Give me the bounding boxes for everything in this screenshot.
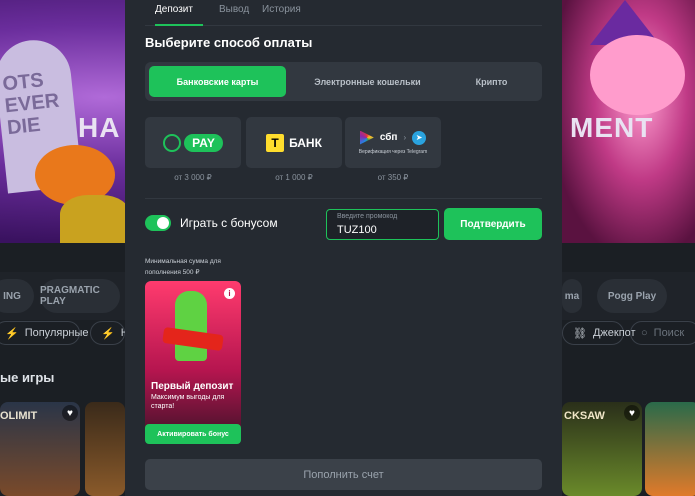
payment-type-switch: Банковские карты Электронные кошельки Кр… xyxy=(145,62,542,101)
coins-art xyxy=(60,195,130,243)
sbp-logo-icon xyxy=(359,130,374,145)
tbank-logo-text: БАНК xyxy=(289,135,322,150)
bonus-toggle[interactable] xyxy=(145,215,171,231)
payment-method-heading: Выберите способ оплаты xyxy=(145,35,313,50)
tab-history[interactable]: История xyxy=(262,4,301,26)
provider-item[interactable]: Pogg Play xyxy=(597,279,667,313)
category-new[interactable]: ⚡ Н xyxy=(90,321,129,345)
game-tile[interactable] xyxy=(645,402,695,496)
provider-item[interactable]: PRAGMATIC PLAY xyxy=(40,279,120,313)
pay-logo-text: PAY xyxy=(184,133,223,152)
segment-crypto[interactable]: Крипто xyxy=(445,66,538,97)
bonus-title: Первый депозит xyxy=(151,381,234,392)
provider-item[interactable]: ING xyxy=(0,279,34,313)
sbp-subtitle: Верификация через Telegram xyxy=(358,148,428,155)
tbank-logo-icon: Т xyxy=(266,133,285,152)
method-pay-min: от 3 000 ₽ xyxy=(174,173,212,182)
lightning-icon: ⚡ xyxy=(5,327,19,340)
search-input[interactable]: ○ Поиск xyxy=(630,321,695,345)
method-tbank-min: от 1 000 ₽ xyxy=(275,173,313,182)
deposit-submit-button[interactable]: Пополнить счет xyxy=(145,459,542,490)
link-icon: ⛓ xyxy=(573,327,587,340)
favorite-icon[interactable]: ♥ xyxy=(624,405,640,421)
bonus-subtitle: Максимум выгоды для старта! xyxy=(151,394,225,410)
method-pay[interactable]: PAY xyxy=(145,117,241,168)
game-tile[interactable] xyxy=(85,402,125,496)
confirm-button[interactable]: Подтвердить xyxy=(444,208,542,240)
sbp-logo-text: сбп xyxy=(379,132,398,143)
favorite-icon[interactable]: ♥ xyxy=(62,405,78,421)
category-popular[interactable]: ⚡ Популярные xyxy=(0,321,89,345)
modal-tabs: Депозит Вывод История xyxy=(145,0,542,26)
provider-item[interactable]: ma xyxy=(562,279,582,313)
telegram-icon: ➤ xyxy=(412,130,427,145)
banner-title-right: MENT xyxy=(570,112,654,143)
arrow-icon: › xyxy=(403,133,407,142)
segment-e-wallets[interactable]: Электронные кошельки xyxy=(295,66,440,97)
promo-code-field[interactable]: Введите промокод TUZ100 xyxy=(326,209,439,240)
segment-bank-cards[interactable]: Банковские карты xyxy=(149,66,286,97)
cactus-art xyxy=(175,291,207,361)
bolt-icon: ⚡ xyxy=(101,327,115,340)
promo-code-value: TUZ100 xyxy=(337,224,377,236)
bonus-card[interactable]: i Первый депозит Максимум выгоды для ста… xyxy=(145,281,241,444)
bonus-toggle-label: Играть с бонусом xyxy=(180,216,278,230)
activate-bonus-button[interactable]: Активировать бонус xyxy=(145,424,241,444)
method-sbp-min: от 350 ₽ xyxy=(377,173,409,182)
category-jackpot[interactable]: ⛓ Джекпот xyxy=(562,321,636,345)
divider xyxy=(145,198,542,199)
game-tile[interactable]: CKSAW ♥ xyxy=(562,402,642,496)
pay-logo-icon xyxy=(163,133,182,152)
method-tbank[interactable]: Т БАНК xyxy=(246,117,342,168)
tab-deposit[interactable]: Депозит xyxy=(155,4,203,26)
promo-code-placeholder: Введите промокод xyxy=(337,213,398,220)
deposit-modal: Депозит Вывод История Выберите способ оп… xyxy=(125,0,562,496)
pig-art xyxy=(590,35,685,115)
tab-withdraw[interactable]: Вывод xyxy=(219,4,249,26)
toggle-knob xyxy=(157,217,169,229)
game-tile[interactable]: OLIMIT ♥ xyxy=(0,402,80,496)
games-section-title: ые игры xyxy=(0,370,55,385)
info-icon[interactable]: i xyxy=(224,288,235,299)
banner-title-left: HA xyxy=(78,112,121,143)
min-sum-note: Минимальная сумма для пополнения 500 ₽ xyxy=(145,258,221,276)
method-sbp[interactable]: сбп › ➤ Верификация через Telegram xyxy=(345,117,441,168)
search-icon: ○ xyxy=(641,327,648,339)
